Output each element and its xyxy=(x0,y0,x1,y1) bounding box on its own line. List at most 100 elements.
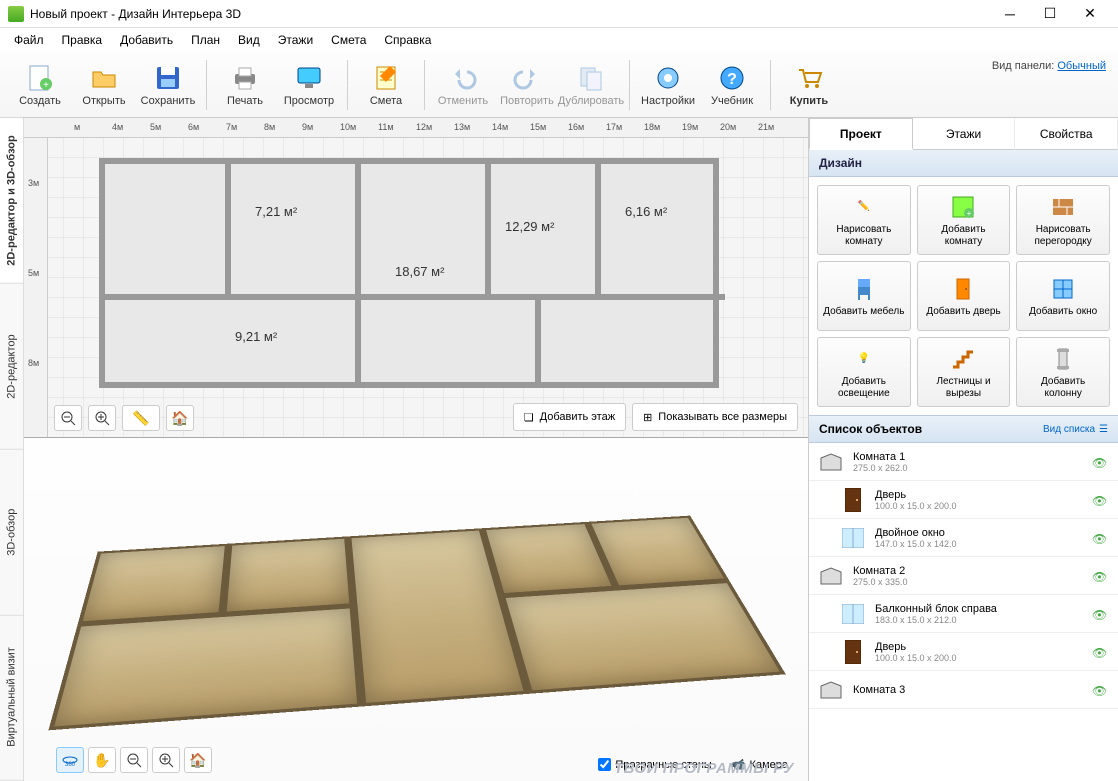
menu-file[interactable]: Файл xyxy=(6,31,52,49)
undo-button[interactable]: Отменить xyxy=(431,56,495,114)
open-button[interactable]: Открыть xyxy=(72,56,136,114)
layers-icon: ❏ xyxy=(524,411,534,424)
floorplan-2d-viewport[interactable]: 3м5м8м 7,21 м² 18,67 м² 12,29 м² 6,16 м²… xyxy=(24,138,808,438)
tool-draw-room[interactable]: ✏️Нарисовать комнату xyxy=(817,185,911,255)
visibility-toggle[interactable]: 👁 xyxy=(1092,456,1110,468)
budget-button[interactable]: Смета xyxy=(354,56,418,114)
panel-mode-selector: Вид панели: Обычный xyxy=(992,60,1106,72)
menu-help[interactable]: Справка xyxy=(376,31,439,49)
room-icon xyxy=(817,562,845,590)
stairs-icon xyxy=(949,345,977,373)
view-mode-selector[interactable]: Вид списка☰ xyxy=(1043,424,1108,435)
svg-text:360: 360 xyxy=(65,762,76,768)
pencil-room-icon: ✏️ xyxy=(850,193,878,221)
object-list[interactable]: Комната 1275.0 x 262.0👁Дверь100.0 x 15.0… xyxy=(809,443,1118,781)
list-icon: ☰ xyxy=(1099,424,1108,435)
menu-edit[interactable]: Правка xyxy=(54,31,111,49)
add-floor-button[interactable]: ❏Добавить этаж xyxy=(513,403,626,431)
gear-icon xyxy=(652,62,684,94)
measure-tool[interactable]: 📏 xyxy=(122,405,160,431)
tab-2d[interactable]: 2D-редактор xyxy=(0,284,23,450)
right-panel: Проект Этажи Свойства Дизайн ✏️Нарисоват… xyxy=(808,118,1118,781)
rotate-360-button[interactable]: 360 xyxy=(56,747,84,773)
object-list-item[interactable]: Дверь100.0 x 15.0 x 200.0👁 xyxy=(809,481,1118,519)
new-file-icon: + xyxy=(24,62,56,94)
visibility-toggle[interactable]: 👁 xyxy=(1092,570,1110,582)
zoom-out-2d[interactable] xyxy=(54,405,82,431)
menu-budget[interactable]: Смета xyxy=(323,31,374,49)
visibility-toggle[interactable]: 👁 xyxy=(1092,608,1110,620)
tool-add-window[interactable]: Добавить окно xyxy=(1016,261,1110,331)
object-list-item[interactable]: Дверь100.0 x 15.0 x 200.0👁 xyxy=(809,633,1118,671)
redo-button[interactable]: Повторить xyxy=(495,56,559,114)
object-list-header: Список объектов Вид списка☰ xyxy=(809,415,1118,443)
tool-add-column[interactable]: Добавить колонну xyxy=(1016,337,1110,407)
object-list-item[interactable]: Балконный блок справа183.0 x 15.0 x 212.… xyxy=(809,595,1118,633)
wall-icon xyxy=(1049,193,1077,221)
menu-add[interactable]: Добавить xyxy=(112,31,181,49)
room-area-4: 6,16 м² xyxy=(625,204,667,219)
visibility-toggle[interactable]: 👁 xyxy=(1092,646,1110,658)
object-list-item[interactable]: Комната 1275.0 x 262.0👁 xyxy=(809,443,1118,481)
menu-plan[interactable]: План xyxy=(183,31,228,49)
settings-button[interactable]: Настройки xyxy=(636,56,700,114)
tool-draw-partition[interactable]: Нарисовать перегородку xyxy=(1016,185,1110,255)
home-view-2d[interactable]: 🏠 xyxy=(166,405,194,431)
tab-virtual[interactable]: Виртуальный визит xyxy=(0,615,23,781)
menu-floors[interactable]: Этажи xyxy=(270,31,321,49)
print-button[interactable]: Печать xyxy=(213,56,277,114)
tab-2d-3d[interactable]: 2D-редактор и 3D-обзор xyxy=(0,118,23,284)
save-button[interactable]: Сохранить xyxy=(136,56,200,114)
panel-mode-link[interactable]: Обычный xyxy=(1057,60,1106,72)
menu-view[interactable]: Вид xyxy=(230,31,268,49)
preview-button[interactable]: Просмотр xyxy=(277,56,341,114)
monitor-icon xyxy=(293,62,325,94)
view-mode-tabs: 2D-редактор и 3D-обзор 2D-редактор 3D-об… xyxy=(0,118,24,781)
object-list-item[interactable]: Комната 2275.0 x 335.0👁 xyxy=(809,557,1118,595)
tab-project[interactable]: Проект xyxy=(809,118,913,150)
floorplan-drawing[interactable]: 7,21 м² 18,67 м² 12,29 м² 6,16 м² 9,21 м… xyxy=(99,158,719,388)
printer-icon xyxy=(229,62,261,94)
tab-floors[interactable]: Этажи xyxy=(913,118,1016,150)
tool-stairs[interactable]: Лестницы и вырезы xyxy=(917,337,1011,407)
visibility-toggle[interactable]: 👁 xyxy=(1092,494,1110,506)
tab-3d[interactable]: 3D-обзор xyxy=(0,450,23,616)
door-icon xyxy=(839,638,867,666)
tool-add-door[interactable]: Добавить дверь xyxy=(917,261,1011,331)
zoom-in-2d[interactable] xyxy=(88,405,116,431)
help-icon: ? xyxy=(716,62,748,94)
chair-icon xyxy=(850,275,878,303)
tool-add-room[interactable]: +Добавить комнату xyxy=(917,185,1011,255)
close-button[interactable]: ✕ xyxy=(1070,0,1110,28)
create-button[interactable]: +Создать xyxy=(8,56,72,114)
toolbar: +Создать Открыть Сохранить Печать Просмо… xyxy=(0,52,1118,118)
tab-properties[interactable]: Свойства xyxy=(1015,118,1118,150)
ruler-horizontal: м4м5м6м7м8м9м10м11м12м13м14м15м16м17м18м… xyxy=(24,118,808,138)
pan-3d-button[interactable]: ✋ xyxy=(88,747,116,773)
room-area-3: 12,29 м² xyxy=(505,219,554,234)
object-list-item[interactable]: Двойное окно147.0 x 15.0 x 142.0👁 xyxy=(809,519,1118,557)
show-dimensions-button[interactable]: ⊞Показывать все размеры xyxy=(632,403,798,431)
buy-button[interactable]: Купить xyxy=(777,56,841,114)
zoom-in-3d[interactable] xyxy=(152,747,180,773)
menubar: Файл Правка Добавить План Вид Этажи Смет… xyxy=(0,28,1118,52)
titlebar: Новый проект - Дизайн Интерьера 3D ─ ☐ ✕ xyxy=(0,0,1118,28)
duplicate-button[interactable]: Дублировать xyxy=(559,56,623,114)
tool-add-furniture[interactable]: Добавить мебель xyxy=(817,261,911,331)
visibility-toggle[interactable]: 👁 xyxy=(1092,532,1110,544)
visibility-toggle[interactable]: 👁 xyxy=(1092,684,1110,696)
add-room-icon: + xyxy=(949,193,977,221)
maximize-button[interactable]: ☐ xyxy=(1030,0,1070,28)
home-view-3d[interactable]: 🏠 xyxy=(184,747,212,773)
folder-open-icon xyxy=(88,62,120,94)
zoom-out-3d[interactable] xyxy=(120,747,148,773)
minimize-button[interactable]: ─ xyxy=(990,0,1030,28)
room-icon xyxy=(817,448,845,476)
save-icon xyxy=(152,62,184,94)
tool-add-light[interactable]: 💡Добавить освещение xyxy=(817,337,911,407)
room-area-1: 7,21 м² xyxy=(255,204,297,219)
viewport-3d[interactable]: 360 ✋ 🏠 Прозрачные стены 📹Камера ТВОИ ПР… xyxy=(24,438,808,781)
object-list-item[interactable]: Комната 3👁 xyxy=(809,671,1118,709)
ruler-vertical: 3м5м8м xyxy=(24,138,48,437)
tutorial-button[interactable]: ?Учебник xyxy=(700,56,764,114)
